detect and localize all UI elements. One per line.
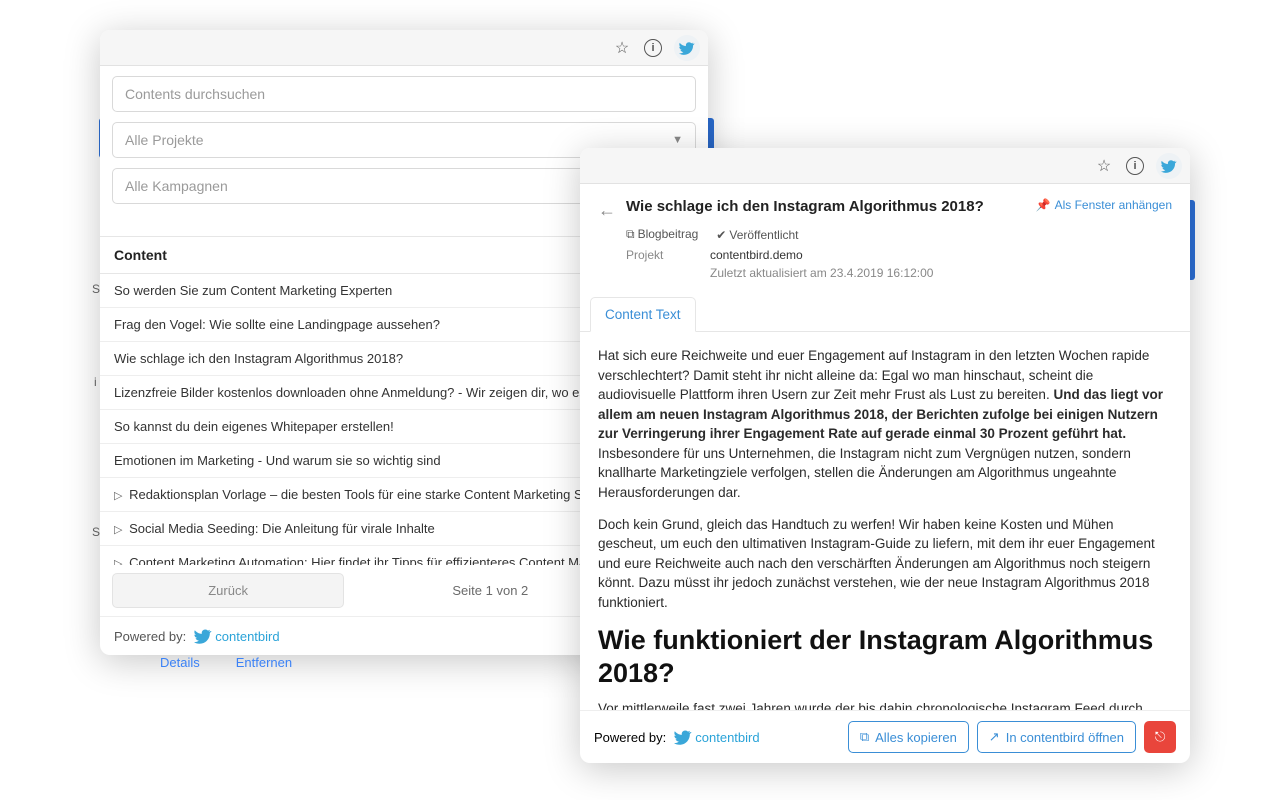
project-label: Projekt [626,248,684,262]
copy-icon: ⧉ [626,227,635,241]
star-icon[interactable]: ☆ [1094,156,1114,176]
row-title: ▷ Content Marketing Automation: Hier fin… [114,555,654,565]
article-paragraph: Vor mittlerweile fast zwei Jahren wurde … [598,699,1172,710]
project-select-value: Alle Projekte [125,132,204,148]
brand-logo[interactable]: contentbird [674,728,759,746]
row-title: So werden Sie zum Content Marketing Expe… [114,283,654,298]
detail-window: ☆ i ← Wie schlage ich den Instagram Algo… [580,148,1190,763]
remove-link[interactable]: Entfernen [236,655,292,670]
copy-all-button[interactable]: ⧉ Alles kopieren [848,721,969,753]
contentbird-extension-icon[interactable] [674,35,700,61]
article-heading: Wie funktioniert der Instagram Algorithm… [598,624,1172,689]
details-link[interactable]: Details [160,655,200,670]
row-title: Frag den Vogel: Wie sollte eine Landingp… [114,317,654,332]
article-paragraph: Doch kein Grund, gleich das Handtuch zu … [598,515,1172,613]
back-arrow-icon[interactable]: ← [598,198,616,221]
open-in-contentbird-button[interactable]: ↗ In contentbird öffnen [977,721,1136,753]
external-link-icon: ↗ [989,729,1000,745]
tab-content-text[interactable]: Content Text [590,297,696,332]
brand-name: contentbird [695,730,759,745]
info-icon[interactable]: i [644,39,662,57]
window-chrome: ☆ i [100,30,708,66]
tab-bar: Content Text [580,296,1190,332]
attach-window-link[interactable]: 📌 Als Fenster anhängen [1036,198,1172,212]
content-type: ⧉Blogbeitrag [626,227,698,242]
window-chrome: ☆ i [580,148,1190,184]
article-body: Hat sich eure Reichweite und euer Engage… [580,332,1190,710]
powered-by-label: Powered by: [594,730,666,745]
bg-letter: S [92,525,100,539]
detail-header: ← Wie schlage ich den Instagram Algorith… [580,184,1190,286]
play-icon: ▷ [114,524,122,536]
brand-name: contentbird [215,629,279,644]
play-icon: ▷ [114,558,122,565]
campaign-select-value: Alle Kampagnen [125,178,228,194]
play-icon: ▷ [114,490,122,502]
row-title: ▷ Redaktionsplan Vorlage – die besten To… [114,487,654,502]
col-header-content: Content [114,247,654,263]
detail-footer: Powered by: contentbird ⧉ Alles kopieren… [580,710,1190,763]
info-icon[interactable]: i [1126,157,1144,175]
last-updated: Zuletzt aktualisiert am 23.4.2019 16:12:… [598,266,1172,280]
star-icon[interactable]: ☆ [612,38,632,58]
copy-all-label: Alles kopieren [875,730,957,745]
row-title: Emotionen im Marketing - Und warum sie s… [114,453,654,468]
open-in-contentbird-label: In contentbird öffnen [1006,730,1124,745]
exit-icon: ⎋ [1155,729,1166,745]
below-actions: Details Entfernen [160,655,292,670]
row-title: ▷ Social Media Seeding: Die Anleitung fü… [114,521,654,536]
article-paragraph: Hat sich eure Reichweite und euer Engage… [598,346,1172,503]
detail-title: Wie schlage ich den Instagram Algorithmu… [626,198,1026,215]
bg-letter: i [94,375,97,389]
pager-back-button[interactable]: Zurück [112,573,344,608]
logout-button[interactable]: ⎋ [1144,721,1176,753]
copy-icon: ⧉ [860,729,869,745]
project-value: contentbird.demo [710,248,803,262]
chevron-down-icon: ▼ [672,134,683,146]
powered-by-label: Powered by: [114,629,186,644]
row-title: So kannst du dein eigenes Whitepaper ers… [114,419,654,434]
row-title: Lizenzfreie Bilder kostenlos downloaden … [114,385,654,400]
pin-icon: 📌 [1036,198,1051,212]
check-circle-icon: ✔ [716,228,726,242]
contentbird-extension-icon[interactable] [1156,153,1182,179]
search-input[interactable] [125,86,683,102]
content-status: ✔Veröffentlicht [716,228,798,242]
bg-letter: S [92,282,100,296]
row-title: Wie schlage ich den Instagram Algorithmu… [114,351,654,366]
brand-logo[interactable]: contentbird [194,627,279,645]
search-input-wrapper[interactable] [112,76,696,112]
attach-window-label: Als Fenster anhängen [1055,198,1172,212]
